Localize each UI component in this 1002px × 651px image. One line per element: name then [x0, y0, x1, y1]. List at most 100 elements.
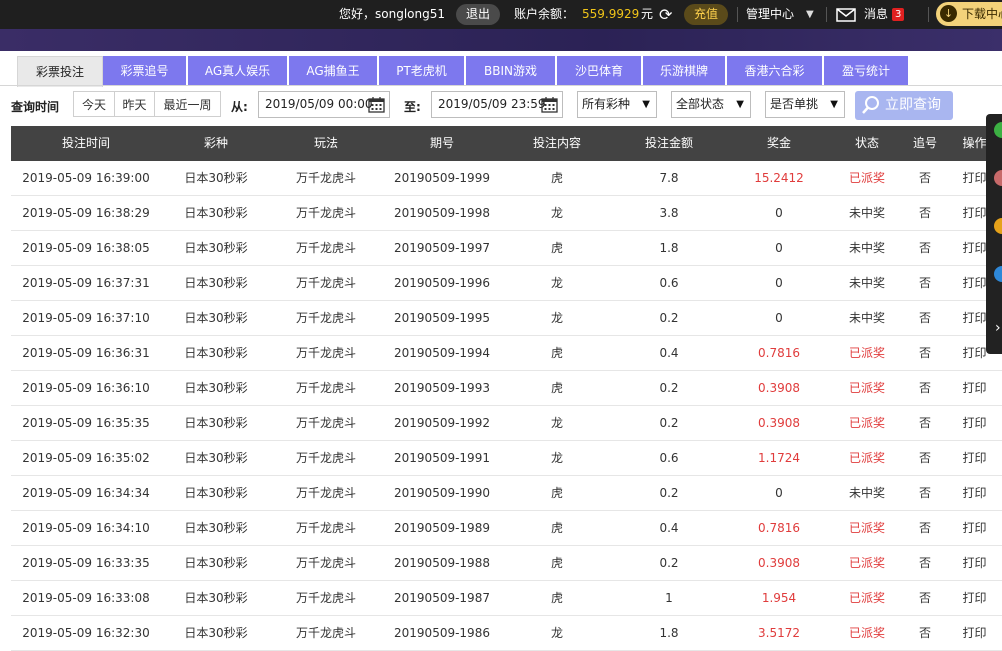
cell-prize: 15.2412 — [754, 171, 804, 185]
cell-content: 龙 — [550, 626, 563, 640]
mail-icon[interactable] — [836, 0, 856, 29]
print-link[interactable]: 打印 — [947, 406, 1002, 440]
cell-chase: 否 — [918, 241, 931, 255]
tab-ag-fishing[interactable]: AG捕鱼王 — [289, 56, 377, 86]
gift-icon[interactable] — [994, 218, 1002, 234]
cell-time: 2019-05-09 16:35:35 — [22, 416, 150, 430]
cell-lottery: 日本30秒彩 — [184, 171, 248, 185]
cell-content: 龙 — [550, 276, 563, 290]
cell-status: 已派奖 — [848, 171, 885, 185]
cell-chase: 否 — [918, 381, 931, 395]
caret-down-icon: ▼ — [736, 99, 744, 110]
cell-play: 万千龙虎斗 — [295, 521, 356, 535]
download-center-button[interactable]: ↓ 下载中心 — [936, 2, 1002, 26]
query-button-label: 立即查询 — [885, 97, 941, 113]
record-tabs: 彩票投注 彩票追号 AG真人娱乐 AG捕鱼王 PT老虎机 BBIN游戏 沙巴体育… — [0, 51, 1002, 87]
cell-play: 万千龙虎斗 — [295, 416, 356, 430]
cell-play: 万千龙虎斗 — [295, 556, 356, 570]
calendar-icon[interactable] — [368, 96, 385, 113]
cell-play: 万千龙虎斗 — [295, 346, 356, 360]
cell-status: 未中奖 — [848, 311, 885, 325]
cell-lottery: 日本30秒彩 — [184, 276, 248, 290]
tab-lottery-chase[interactable]: 彩票追号 — [103, 56, 186, 86]
cell-time: 2019-05-09 16:32:30 — [22, 626, 150, 640]
user-icon[interactable] — [994, 170, 1002, 186]
cell-lottery: 日本30秒彩 — [184, 626, 248, 640]
status-select[interactable]: 全部状态 ▼ — [671, 91, 751, 118]
header-banner — [0, 29, 1002, 51]
cell-chase: 否 — [918, 346, 931, 360]
from-date-input[interactable]: 2019/05/09 00:00 — [258, 91, 390, 118]
cell-chase: 否 — [918, 416, 931, 430]
cell-prize: 0 — [775, 486, 783, 500]
manage-center-link[interactable]: 管理中心 — [746, 0, 794, 29]
refresh-icon[interactable]: ⟳ — [659, 0, 672, 29]
print-link[interactable]: 打印 — [947, 441, 1002, 475]
cell-issue: 20190509-1991 — [394, 451, 490, 465]
cell-play: 万千龙虎斗 — [295, 241, 356, 255]
print-link[interactable]: 打印 — [947, 511, 1002, 545]
cell-prize: 0.3908 — [758, 416, 800, 430]
tab-profit-loss[interactable]: 盈亏统计 — [824, 56, 908, 86]
tab-lottery-bets[interactable]: 彩票投注 — [17, 56, 103, 87]
cell-status: 已派奖 — [848, 521, 885, 535]
table-row: 2019-05-09 16:38:29 日本30秒彩 万千龙虎斗 20190509-1… — [11, 196, 1002, 231]
caret-down-icon: ▼ — [830, 99, 838, 110]
tab-bbin-games[interactable]: BBIN游戏 — [466, 56, 555, 86]
cell-play: 万千龙虎斗 — [295, 171, 356, 185]
caret-down-icon: ▼ — [642, 99, 650, 110]
cell-prize: 0 — [775, 311, 783, 325]
today-button[interactable]: 今天 — [73, 91, 115, 117]
cell-issue: 20190509-1999 — [394, 171, 490, 185]
tab-saba-sports[interactable]: 沙巴体育 — [557, 56, 641, 86]
cell-status: 未中奖 — [848, 241, 885, 255]
cell-time: 2019-05-09 16:35:02 — [22, 451, 150, 465]
col-issue: 期号 — [429, 136, 454, 150]
col-status: 状态 — [854, 136, 879, 150]
collapse-icon[interactable]: › — [995, 320, 1001, 336]
cell-content: 虎 — [550, 171, 563, 185]
chat-icon[interactable] — [994, 122, 1002, 138]
col-content: 投注内容 — [532, 136, 581, 150]
cell-time: 2019-05-09 16:37:10 — [22, 311, 150, 325]
query-button[interactable]: 立即查询 — [855, 91, 953, 120]
print-link[interactable]: 打印 — [947, 581, 1002, 615]
cell-prize: 0 — [775, 241, 783, 255]
print-link[interactable]: 打印 — [947, 371, 1002, 405]
to-date-input[interactable]: 2019/05/09 23:59 — [431, 91, 563, 118]
yesterday-button[interactable]: 昨天 — [114, 91, 155, 117]
cell-issue: 20190509-1986 — [394, 626, 490, 640]
last-week-button[interactable]: 最近一周 — [154, 91, 221, 117]
messages-link[interactable]: 消息 3 — [864, 0, 905, 29]
single-bet-select[interactable]: 是否单挑 ▼ — [765, 91, 845, 118]
print-link[interactable]: 打印 — [947, 546, 1002, 580]
cell-lottery: 日本30秒彩 — [184, 241, 248, 255]
cell-chase: 否 — [918, 311, 931, 325]
cell-status: 未中奖 — [848, 206, 885, 220]
cell-amount: 1.8 — [659, 241, 679, 255]
print-link[interactable]: 打印 — [947, 476, 1002, 510]
cell-lottery: 日本30秒彩 — [184, 556, 248, 570]
tab-ag-live[interactable]: AG真人娱乐 — [188, 56, 287, 86]
messages-label: 消息 — [864, 7, 889, 21]
lottery-type-select[interactable]: 所有彩种 ▼ — [577, 91, 657, 118]
print-link[interactable]: 打印 — [947, 616, 1002, 650]
cell-lottery: 日本30秒彩 — [184, 311, 248, 325]
floating-side-panel[interactable]: › — [986, 114, 1002, 354]
calendar-icon[interactable] — [541, 96, 558, 113]
table-row: 2019-05-09 16:33:35 日本30秒彩 万千龙虎斗 20190509-1… — [11, 546, 1002, 581]
to-date-value: 2019/05/09 23:59 — [438, 97, 546, 111]
top-bar: 您好，songlong51 退出 账户余额： 559.9929 元 ⟳ 充值 管… — [0, 0, 1002, 29]
tab-leyou-chess[interactable]: 乐游棋牌 — [643, 56, 725, 86]
cell-amount: 0.6 — [659, 451, 679, 465]
cell-time: 2019-05-09 16:33:35 — [22, 556, 150, 570]
tab-hk-mark-six[interactable]: 香港六合彩 — [727, 56, 822, 86]
cell-play: 万千龙虎斗 — [295, 276, 356, 290]
recharge-button[interactable]: 充值 — [684, 4, 728, 25]
cell-status: 未中奖 — [848, 276, 885, 290]
service-icon[interactable] — [994, 266, 1002, 282]
logout-button[interactable]: 退出 — [456, 4, 500, 25]
tab-pt-slots[interactable]: PT老虎机 — [379, 56, 464, 86]
chevron-down-icon[interactable]: ▼ — [806, 0, 814, 29]
cell-chase: 否 — [918, 206, 931, 220]
